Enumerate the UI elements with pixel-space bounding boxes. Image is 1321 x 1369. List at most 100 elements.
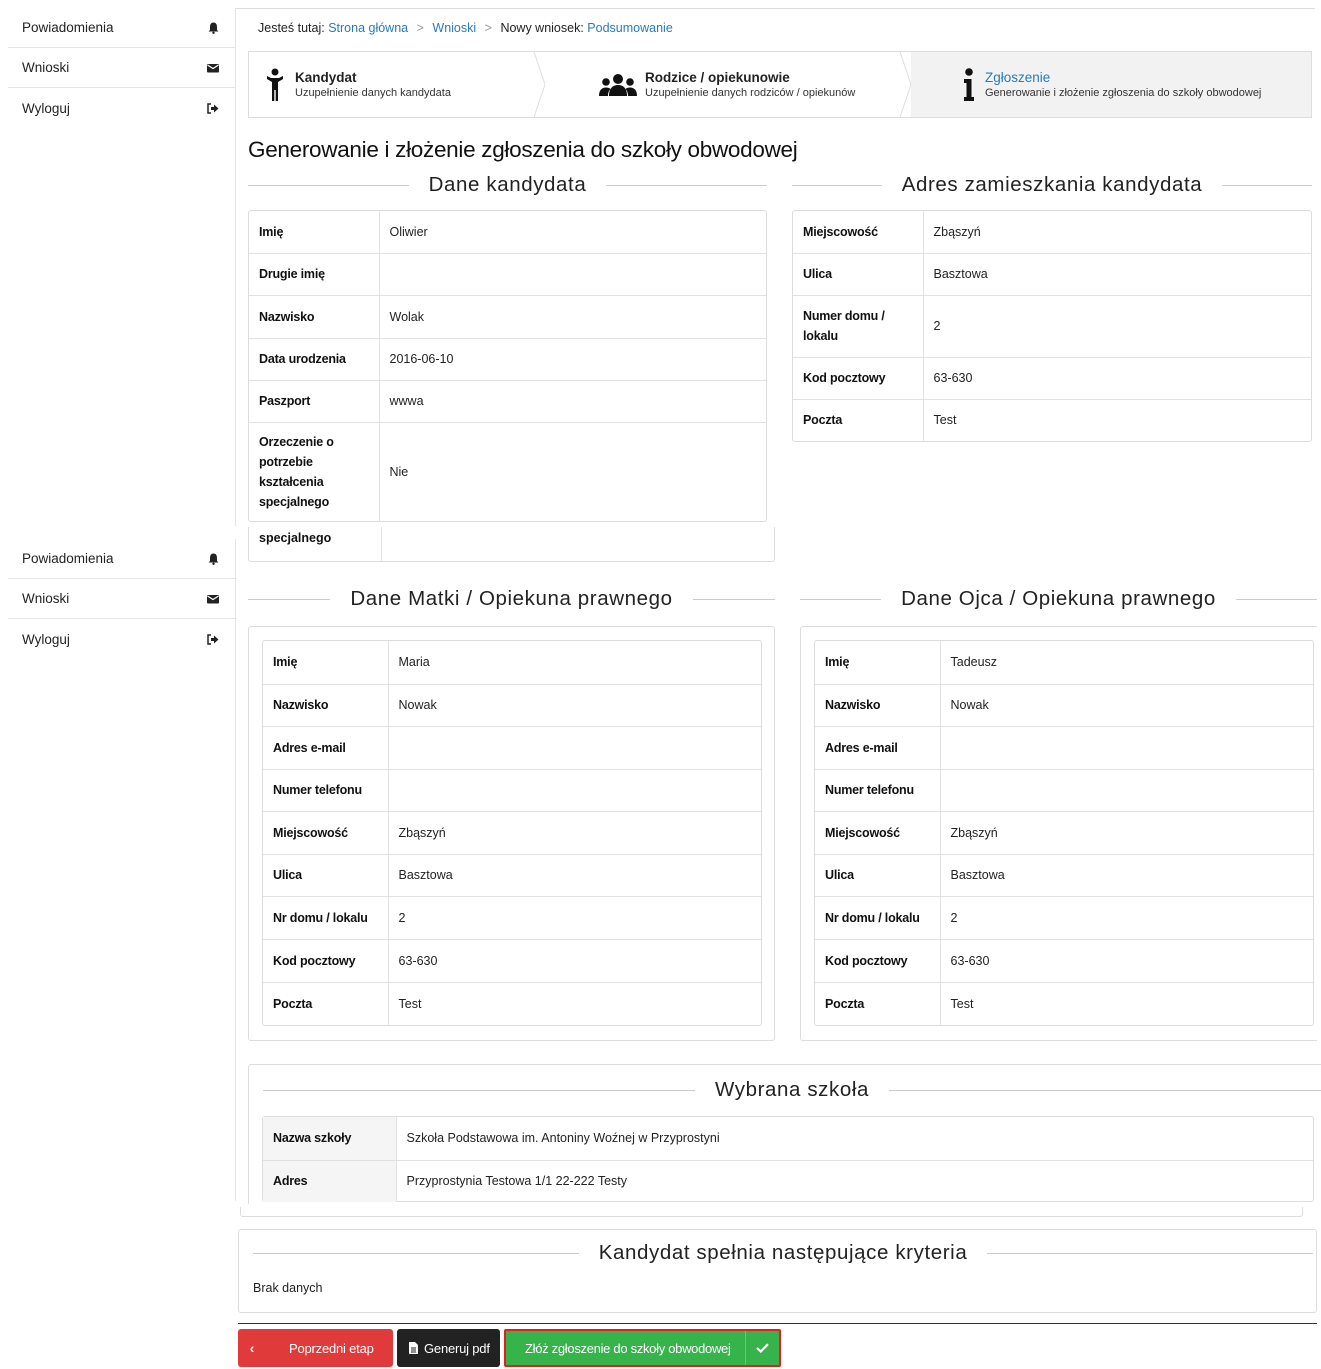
row-label: Numer telefonu — [815, 769, 941, 812]
row-label: Adres — [263, 1160, 397, 1202]
sidebar-item-label: Wyloguj — [22, 631, 70, 647]
school-card-overflow — [240, 1207, 1303, 1217]
sidebar-item-applications[interactable]: Wnioski — [8, 579, 235, 619]
row-label: Miejscowość — [263, 811, 389, 855]
sidebar-item-notifications[interactable]: Powiadomienia — [8, 539, 235, 579]
row-label: Drugie imię — [249, 253, 380, 296]
row-label: Ulica — [793, 253, 924, 296]
table-row: Poczta Test — [263, 982, 761, 1025]
row-label: Kod pocztowy — [815, 939, 941, 983]
sidebar-item-label: Wnioski — [22, 591, 70, 606]
page-title: Generowanie i złożenie zgłoszenia do szk… — [248, 137, 798, 162]
row-value: Basztowa — [388, 854, 761, 897]
row-label: Adres e-mail — [263, 726, 389, 770]
row-label: Poczta — [793, 399, 924, 441]
row-value: Nowak — [388, 684, 761, 727]
table-row: Kod pocztowy 63-630 — [263, 939, 761, 983]
submit-application-button[interactable]: Złóż zgłoszenie do szkoły obwodowej — [504, 1329, 781, 1367]
criteria-empty-text: Brak danych — [253, 1281, 323, 1295]
top-divider — [236, 8, 1315, 9]
step-title: Zgłoszenie — [985, 69, 1051, 85]
table-row: Nazwa szkoły Szkoła Podstawowa im. Antoni… — [263, 1117, 1313, 1161]
table-row: Paszport wwwa — [249, 380, 766, 423]
row-value: Nie — [389, 464, 409, 479]
section-heading: Kandydat spełnia następujące kryteria — [598, 1241, 968, 1264]
step-submission[interactable]: Zgłoszenie Generowanie i złożenie zgłosz… — [911, 52, 1311, 117]
father-table: Imię Tadeusz Nazwisko Nowak Adres e-mail N… — [815, 641, 1313, 1025]
bottom-divider — [238, 1323, 1317, 1324]
row-value: Test — [950, 996, 974, 1011]
address-section-title: Adres zamieszkania kandydata — [792, 173, 1313, 197]
breadcrumb-current[interactable]: Podsumowanie — [587, 21, 672, 35]
row-label: Kod pocztowy — [263, 939, 389, 983]
row-value: Nowak — [940, 684, 1313, 727]
father-section-title: Dane Ojca / Opiekuna prawnego — [800, 587, 1317, 611]
row-label: Nr domu / lokalu — [815, 896, 941, 940]
row-value — [388, 769, 761, 812]
breadcrumb-prefix: Jesteś tutaj: — [258, 21, 325, 35]
breadcrumb-applications-link[interactable]: Wnioski — [432, 21, 476, 35]
candidate-section-title: Dane kandydata — [248, 173, 767, 197]
step-parents[interactable]: Rodzice / opiekunowie Uzupełnienie danyc… — [545, 52, 912, 117]
row-label: Poczta — [815, 982, 941, 1025]
table-row: Adres e-mail — [815, 726, 1313, 770]
chevron-right-icon: > — [416, 21, 424, 35]
row-label: Nr domu / lokalu — [263, 896, 389, 940]
generate-pdf-button[interactable]: Generuj pdf — [397, 1329, 500, 1367]
row-value: Zbąszyń — [923, 211, 1311, 254]
sign-out-icon — [207, 633, 219, 645]
row-label: Ulica — [815, 854, 941, 897]
address-card: Miejscowość Zbąszyń Ulica Basztowa Numer d… — [792, 210, 1312, 442]
row-label: Orzeczenie o potrzebie kształcenia specj… — [249, 422, 380, 521]
step-title: Rodzice / opiekunowie — [645, 69, 790, 85]
table-row: Nazwisko Wolak — [249, 295, 766, 339]
table-row: Drugie imię — [249, 253, 766, 296]
father-card-wrapper: Imię Tadeusz Nazwisko Nowak Adres e-mail N… — [800, 626, 1317, 1041]
chevron-left-icon: ‹ — [249, 1340, 255, 1356]
sign-out-icon — [207, 102, 219, 114]
row-value — [388, 726, 761, 770]
candidate-data-card: Imię Oliwier Drugie imię Nazwisko Wolak Da… — [248, 210, 767, 522]
school-table: Nazwa szkoły Szkoła Podstawowa im. Antoni… — [263, 1117, 1313, 1202]
step-subtitle: Generowanie i złożenie zgłoszenia do szk… — [985, 86, 1262, 99]
school-data-card: Nazwa szkoły Szkoła Podstawowa im. Antoni… — [262, 1116, 1314, 1202]
row-value: Basztowa — [923, 253, 1311, 296]
row-label: Imię — [249, 211, 380, 254]
table-row: Nr domu / lokalu 2 — [815, 896, 1313, 940]
row-value: 2016-06-10 — [379, 338, 766, 381]
candidate-table: Imię Oliwier Drugie imię Nazwisko Wolak Da… — [249, 211, 766, 521]
row-label: Imię — [815, 641, 941, 685]
sidebar-item-logout[interactable]: Wyloguj — [8, 88, 235, 128]
sidebar-item-notifications[interactable]: Powiadomienia — [8, 8, 235, 48]
previous-step-button[interactable]: ‹ Poprzedni etap — [238, 1329, 393, 1367]
row-value: 2 — [388, 896, 761, 940]
row-label: Kod pocztowy — [793, 357, 924, 400]
row-label: Miejscowość — [793, 211, 924, 254]
section-heading: Wybrana szkoła — [714, 1078, 870, 1101]
sidebar-item-label: Powiadomienia — [22, 551, 114, 566]
row-value: wwwa — [379, 380, 766, 423]
step-candidate[interactable]: Kandydat Uzupełnienie danych kandydata — [249, 52, 546, 117]
row-value: Test — [933, 413, 957, 428]
step-title: Kandydat — [295, 69, 357, 85]
sidebar: Powiadomienia Wnioski Wyloguj — [8, 8, 236, 526]
table-row: Numer domu / lokalu 2 — [793, 295, 1311, 358]
father-data-card: Imię Tadeusz Nazwisko Nowak Adres e-mail N… — [814, 640, 1314, 1026]
sidebar-item-logout[interactable]: Wyloguj — [8, 619, 235, 659]
row-value: 2 — [923, 295, 1311, 358]
table-row: Data urodzenia 2016-06-10 — [249, 338, 766, 381]
breadcrumb-home-link[interactable]: Strona główna — [328, 21, 408, 35]
row-label: Paszport — [249, 380, 380, 423]
row-value: 63-630 — [388, 939, 761, 983]
mother-section-title: Dane Matki / Opiekuna prawnego — [248, 587, 776, 611]
row-label: Poczta — [263, 982, 389, 1025]
sidebar-item-label: Powiadomienia — [22, 20, 114, 35]
section-heading: Dane Matki / Opiekuna prawnego — [350, 587, 673, 610]
table-row: Ulica Basztowa — [263, 854, 761, 897]
sidebar: Powiadomienia Wnioski Wyloguj — [8, 539, 236, 1201]
sidebar-item-applications[interactable]: Wnioski — [8, 48, 235, 88]
row-label: Nazwisko — [263, 684, 389, 727]
row-label: Adres e-mail — [815, 726, 941, 770]
table-row: Imię Maria — [263, 641, 761, 685]
table-row: Nazwisko Nowak — [263, 684, 761, 727]
